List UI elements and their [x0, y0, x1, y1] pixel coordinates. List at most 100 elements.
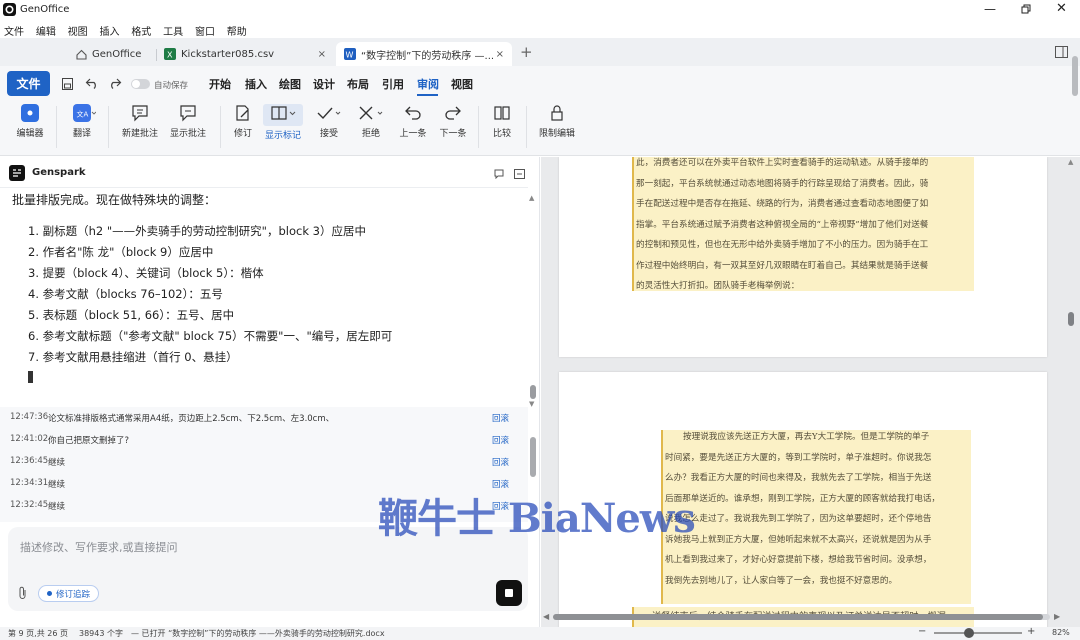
horizontal-scrollbar-thumb[interactable]	[553, 614, 1043, 620]
new-comment-button[interactable]: 新建批注	[117, 104, 163, 139]
horizontal-scrollbar[interactable]	[553, 614, 1050, 620]
menu-insert[interactable]: 插入	[99, 23, 119, 38]
ribbon-tab-review[interactable]: 审阅	[417, 76, 439, 92]
tool-label: 比较	[492, 129, 511, 139]
expand-panel-icon[interactable]	[514, 169, 525, 179]
ribbon-tab-insert[interactable]: 插入	[245, 76, 267, 92]
open-status: — 已打开 “数字控制”下的劳动秩序 ——外卖骑手的劳动控制研究.docx	[131, 629, 385, 638]
show-comments-button[interactable]: 显示批注	[166, 104, 210, 139]
redo-icon[interactable]	[108, 77, 122, 89]
tool-label: 修订	[233, 129, 252, 139]
zoom-slider-thumb[interactable]	[964, 628, 975, 638]
show-markup-button[interactable]: 显示标记	[262, 104, 304, 141]
tool-label: 编辑器	[16, 129, 44, 139]
zoom-level: 82%	[1052, 628, 1070, 637]
undo-icon[interactable]	[85, 77, 99, 89]
scroll-down-arrow-icon[interactable]: ▼	[529, 400, 534, 408]
reject-button[interactable]: 拒绝	[356, 104, 386, 139]
page-indicator[interactable]: 第 9 页,共 26 页	[8, 628, 68, 639]
close-window-icon[interactable]: ✕	[1056, 1, 1067, 16]
menu-window[interactable]: 窗口	[195, 23, 215, 38]
doc-line: 作过程中始终明白，有一双其至好几双眼睛在盯着自己。其结果就是骑手送餐	[636, 260, 929, 271]
scrollbar-thumb[interactable]	[530, 385, 536, 399]
ribbon-tab-view[interactable]: 视图	[451, 76, 473, 92]
doc-line: 那一刻起，平台系统就通过动态地图将骑手的行踪呈现给了消费者。因此，骑	[636, 178, 929, 189]
title-bar: GenOffice — ✕	[0, 0, 1080, 20]
assistant-message-intro: 批量排版完成。现在做特殊块的调整：	[12, 193, 217, 207]
ribbon-separator	[56, 106, 57, 148]
doc-line: 机上看到我过来了，才好心好意提前下楼，想给我节省时间。没承想，	[665, 555, 932, 565]
file-button[interactable]: 文件	[7, 71, 50, 96]
tab-label: “数字控制”下的劳动秩序 —...	[361, 50, 495, 62]
tool-label: 显示标记	[264, 131, 301, 141]
close-tab-icon[interactable]: ×	[496, 49, 504, 60]
document-page: 此，消费者还可以在外卖平台软件上实时查看骑手的运动轨迹。从骑手接单的 那一刻起，…	[559, 157, 1047, 357]
ribbon-tab-references[interactable]: 引用	[382, 76, 404, 92]
accept-check-icon	[317, 107, 341, 120]
attachment-icon[interactable]	[18, 586, 28, 599]
vertical-scrollbar-thumb[interactable]	[1068, 312, 1074, 326]
history-row: 12:36:45 继续 回滚	[0, 451, 520, 473]
stop-icon	[505, 589, 513, 597]
plan-item: 5. 表标题（block 51, 66）：五号、居中	[28, 308, 235, 322]
menu-view[interactable]: 视图	[68, 23, 88, 38]
autosave-toggle[interactable]	[131, 79, 150, 89]
ribbon-tab-layout[interactable]: 布局	[347, 76, 369, 92]
app-logo-icon	[3, 3, 16, 16]
ribbon-tab-draw[interactable]: 绘图	[279, 76, 301, 92]
compare-button[interactable]: 比较	[488, 104, 516, 139]
stop-button[interactable]	[496, 580, 522, 606]
zoom-in-button[interactable]: +	[1027, 626, 1035, 637]
app-title: GenOffice	[20, 4, 70, 15]
doc-line: 的控制和预见性，但也在无形中给外卖骑手增加了不小的压力。因为骑手在工	[636, 240, 929, 250]
menu-format[interactable]: 格式	[131, 23, 151, 38]
ribbon-separator	[220, 106, 221, 148]
menu-tools[interactable]: 工具	[163, 23, 183, 38]
editor-button[interactable]: 编辑器	[12, 104, 48, 139]
menu-help[interactable]: 帮助	[227, 23, 247, 38]
close-tab-icon[interactable]: ×	[318, 49, 326, 60]
rollback-link[interactable]: 回滚	[492, 412, 509, 424]
comment-icon[interactable]	[494, 169, 504, 179]
tool-label: 翻译	[72, 129, 91, 139]
menu-file[interactable]: 文件	[4, 23, 24, 38]
sidebar-toggle-icon[interactable]	[1055, 46, 1068, 58]
history-scrollbar-thumb[interactable]	[530, 437, 536, 477]
ribbon-separator	[108, 106, 109, 148]
rollback-link[interactable]: 回滚	[492, 434, 509, 446]
save-icon[interactable]	[62, 78, 73, 90]
tab-active-document[interactable]: W “数字控制”下的劳动秩序 —... ×	[336, 42, 512, 66]
track-changes-button[interactable]: 修订	[230, 104, 256, 139]
scroll-up-arrow-icon[interactable]: ▲	[1068, 158, 1073, 166]
tab-genoffice[interactable]: GenOffice	[68, 42, 156, 66]
window-scrollbar-thumb[interactable]	[1072, 56, 1078, 96]
scroll-up-arrow-icon[interactable]: ▲	[529, 194, 534, 202]
new-tab-button[interactable]: +	[520, 43, 533, 61]
ribbon-tab-home[interactable]: 开始	[209, 76, 231, 92]
zoom-out-button[interactable]: −	[918, 626, 926, 637]
plan-item: 4. 参考文献（blocks 76–102）：五号	[28, 287, 223, 301]
svg-text:X: X	[167, 51, 173, 60]
minimize-icon[interactable]: —	[984, 2, 996, 16]
menu-edit[interactable]: 编辑	[36, 23, 56, 38]
tool-label: 接受	[319, 129, 338, 139]
badge-label: 修订追踪	[56, 589, 91, 600]
doc-line: 按理说我应该先送正方大厦，再去Y大工学院。但是工学院的单子	[683, 432, 930, 442]
next-change-button[interactable]: 下一条	[436, 104, 470, 139]
restrict-editing-button[interactable]: 限制编辑	[536, 104, 578, 139]
tool-label: 上一条	[399, 129, 427, 139]
restore-icon[interactable]	[1021, 4, 1031, 14]
ribbon-tab-design[interactable]: 设计	[313, 76, 335, 92]
track-changes-badge[interactable]: 修订追踪	[38, 585, 100, 602]
translate-icon: 文A	[73, 104, 96, 122]
zoom-slider[interactable]	[934, 628, 1022, 638]
watermark: 鞭牛士 BiaNews	[378, 495, 696, 542]
previous-change-button[interactable]: 上一条	[396, 104, 430, 139]
translate-button[interactable]: 文A 翻译	[64, 104, 100, 139]
plan-item: 1. 副标题（h2 "——外卖骑手的劳动控制研究"，block 3）应居中	[28, 224, 366, 238]
scroll-left-arrow-icon[interactable]: ◀	[543, 612, 549, 621]
rollback-link[interactable]: 回滚	[492, 456, 509, 468]
accept-button[interactable]: 接受	[314, 104, 344, 139]
tab-kickstarter[interactable]: X Kickstarter085.csv ×	[156, 42, 334, 66]
scroll-right-arrow-icon[interactable]: ▶	[1054, 612, 1060, 621]
